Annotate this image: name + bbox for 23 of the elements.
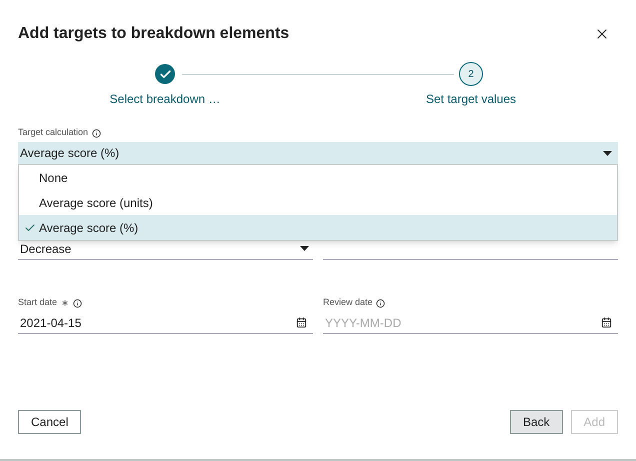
menu-option[interactable]: None [19,165,617,190]
step-number: 2 [459,62,483,86]
step-label: Set target values [426,91,516,108]
menu-option[interactable]: Average score (units) [19,190,617,215]
field-label: Review date [323,296,373,310]
calendar-icon [296,317,307,328]
menu-option[interactable]: Average score (%) [19,215,617,240]
select-field[interactable]: Decrease [18,238,313,260]
info-icon [73,298,82,308]
dialog-button[interactable]: Back [510,410,563,434]
info-icon [376,298,385,308]
step-label: Select breakdown … [110,91,220,108]
date-field[interactable]: 2021-04-15 [18,312,313,334]
dialog-button[interactable]: Cancel [18,410,82,434]
dialog-title: Add targets to breakdown elements [18,24,290,44]
dropdown-caret-icon [300,246,309,251]
check-icon [24,222,36,234]
calendar-icon [601,317,612,328]
select-field[interactable]: Average score (%) [18,142,618,164]
dropdown-caret-icon [603,150,612,156]
info-icon [92,128,102,138]
field-label: Start date [18,296,58,310]
field-label: Target calculation [18,126,88,140]
